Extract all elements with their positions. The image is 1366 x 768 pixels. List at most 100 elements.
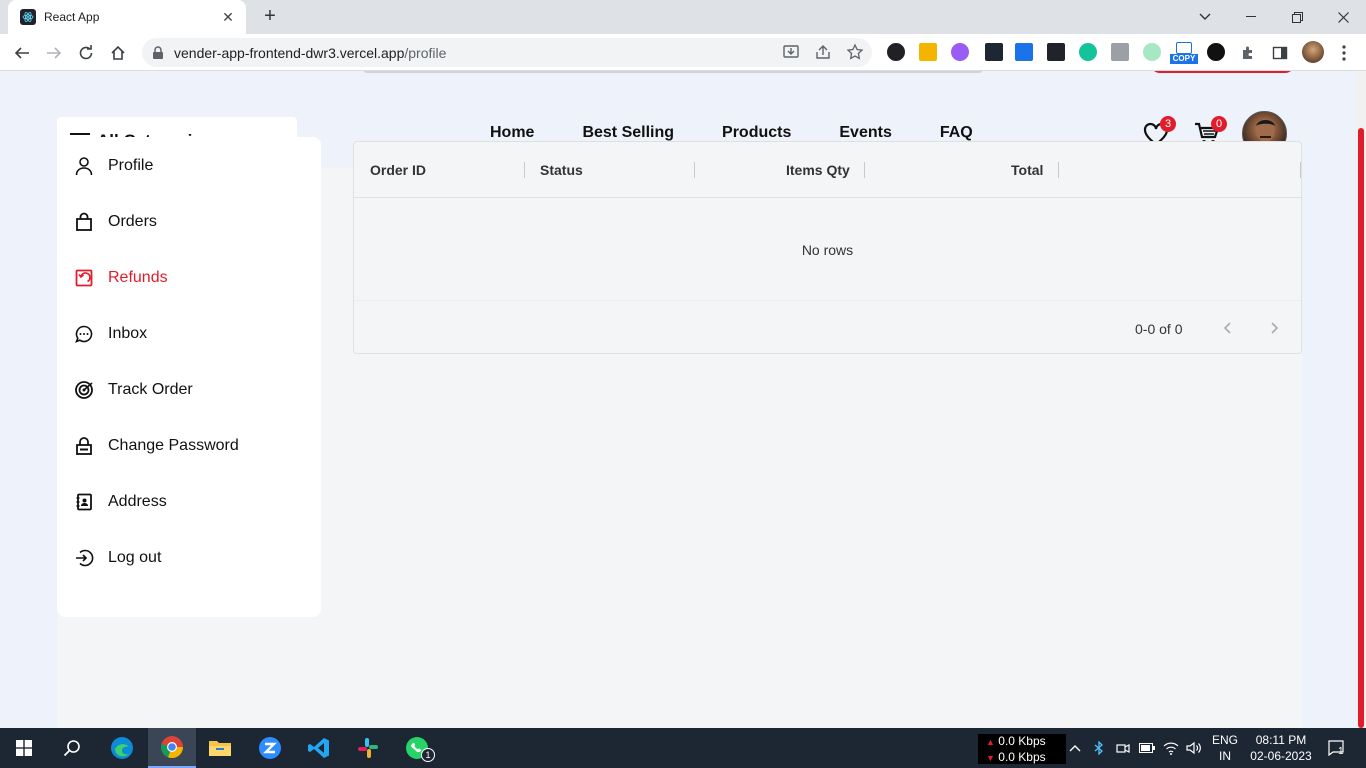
sidebar-item-label: Log out: [108, 549, 162, 566]
sidebar-item-label: Orders: [108, 213, 157, 230]
sidebar-item-log-out[interactable]: Log out: [74, 546, 161, 570]
download-extension-icon[interactable]: [1015, 43, 1033, 61]
extensions-puzzle-icon[interactable]: [1236, 41, 1260, 65]
windows-start-icon[interactable]: [0, 728, 48, 768]
extension-icon[interactable]: [1111, 43, 1129, 61]
whatsapp-badge: 1: [421, 748, 435, 762]
side-panel-icon[interactable]: [1268, 41, 1292, 65]
pagination-range: 0-0 of 0: [1135, 321, 1183, 337]
sidebar-item-change-password[interactable]: Change Password: [74, 434, 239, 458]
nav-best-selling[interactable]: Best Selling: [558, 123, 698, 143]
chat-icon: [74, 324, 94, 344]
search-icon[interactable]: [48, 728, 96, 768]
grammarly-icon[interactable]: [1079, 43, 1097, 61]
logout-icon: [74, 548, 94, 568]
bluetooth-tray-icon[interactable]: [1091, 740, 1107, 756]
wifi-icon[interactable]: [1163, 740, 1179, 756]
bag-icon: [74, 212, 94, 232]
sidebar-item-inbox[interactable]: Inbox: [74, 322, 147, 346]
column-header-order-id[interactable]: Order ID: [370, 142, 426, 198]
extension-icon[interactable]: [951, 43, 969, 61]
share-icon[interactable]: [814, 43, 832, 66]
seller-button-edge: [1150, 71, 1295, 73]
sidebar-item-refunds[interactable]: Refunds: [74, 266, 168, 290]
network-monitor: ▲ 0.0 Kbps ▼ 0.0 Kbps: [978, 734, 1066, 764]
download-arrow-icon: ▼: [986, 753, 995, 763]
camera-tray-icon[interactable]: [1115, 740, 1131, 756]
volume-icon[interactable]: [1186, 740, 1202, 756]
tab-search-chevron-icon[interactable]: [1182, 0, 1228, 34]
sidebar-item-orders[interactable]: Orders: [74, 210, 157, 234]
column-header-total[interactable]: Total: [1011, 142, 1043, 198]
sidebar-item-track-order[interactable]: Track Order: [74, 378, 193, 402]
address-bar[interactable]: vender-app-frontend-dwr3.vercel.app/prof…: [142, 38, 872, 67]
previous-page-icon[interactable]: [1218, 319, 1236, 337]
edge-icon[interactable]: [98, 728, 146, 768]
refunds-table: Order ID Status Items Qty Total No rows …: [353, 141, 1302, 354]
install-icon[interactable]: [782, 43, 800, 66]
browser-tab[interactable]: React App ✕: [8, 0, 246, 34]
net-download-speed: 0.0 Kbps: [998, 750, 1046, 764]
column-separator[interactable]: [1058, 162, 1059, 178]
sidebar-item-profile[interactable]: Profile: [74, 154, 153, 178]
reload-icon[interactable]: [74, 41, 98, 65]
new-tab-button[interactable]: +: [260, 6, 280, 26]
browser-menu-icon[interactable]: [1332, 41, 1356, 65]
input-language[interactable]: ENG IN: [1209, 732, 1241, 764]
main-navigation: Home Best Selling Products Events FAQ: [466, 123, 997, 143]
forward-arrow-icon[interactable]: [42, 41, 66, 65]
nav-faq[interactable]: FAQ: [916, 123, 997, 143]
extension-icon[interactable]: [919, 43, 937, 61]
bookmark-star-icon[interactable]: [846, 43, 864, 66]
upload-arrow-icon: ▲: [986, 737, 995, 747]
clock-date: 02-06-2023: [1250, 749, 1312, 763]
clock-time: 08:11 PM: [1255, 733, 1307, 747]
react-favicon-icon: [20, 9, 36, 25]
minimize-button[interactable]: [1228, 0, 1274, 34]
column-header-status[interactable]: Status: [540, 142, 583, 198]
url-text: vender-app-frontend-dwr3.vercel.app/prof…: [174, 44, 447, 61]
sidebar-item-label: Inbox: [108, 325, 148, 342]
column-separator[interactable]: [864, 162, 865, 178]
browser-toolbar: vender-app-frontend-dwr3.vercel.app/prof…: [0, 34, 1366, 71]
wishlist-count-badge: 3: [1160, 116, 1176, 132]
notifications-icon[interactable]: 1: [1326, 740, 1346, 757]
restore-button[interactable]: [1274, 0, 1320, 34]
react-devtools-icon[interactable]: [1047, 43, 1065, 61]
nav-events[interactable]: Events: [815, 123, 915, 143]
person-icon: [74, 156, 94, 176]
clock[interactable]: 08:11 PM 02-06-2023: [1244, 732, 1318, 764]
back-arrow-icon[interactable]: [10, 41, 34, 65]
zoom-icon[interactable]: [246, 728, 294, 768]
home-icon[interactable]: [106, 41, 130, 65]
address-book-icon: [74, 492, 94, 512]
file-explorer-icon[interactable]: [196, 728, 244, 768]
close-window-button[interactable]: [1320, 0, 1366, 34]
extension-icon[interactable]: [887, 43, 905, 61]
copy-extension-icon[interactable]: COPY: [1170, 42, 1198, 64]
sidebar-item-address[interactable]: Address: [74, 490, 167, 514]
nav-home[interactable]: Home: [466, 123, 558, 143]
browser-tab-strip: React App ✕ +: [0, 0, 1366, 34]
column-separator[interactable]: [524, 162, 525, 178]
profile-avatar[interactable]: [1302, 41, 1324, 63]
nav-products[interactable]: Products: [698, 123, 815, 143]
extension-icon[interactable]: [1143, 43, 1161, 61]
tab-close-icon[interactable]: ✕: [220, 9, 236, 26]
extension-icon[interactable]: [985, 43, 1003, 61]
page-scrollbar[interactable]: [1356, 71, 1366, 728]
column-separator[interactable]: [694, 162, 695, 178]
battery-icon[interactable]: [1139, 740, 1155, 756]
search-bar-edge: [363, 71, 983, 73]
whatsapp-icon[interactable]: 1: [393, 728, 441, 768]
column-separator[interactable]: [1300, 162, 1301, 178]
next-page-icon[interactable]: [1266, 319, 1284, 337]
slack-icon[interactable]: [344, 728, 392, 768]
heart-extension-icon[interactable]: [1207, 43, 1225, 61]
vscode-icon[interactable]: [295, 728, 343, 768]
chrome-icon[interactable]: [148, 728, 196, 768]
tray-expand-icon[interactable]: [1067, 740, 1083, 756]
scrollbar-thumb[interactable]: [1358, 128, 1364, 728]
refund-icon: [74, 268, 94, 288]
column-header-items-qty[interactable]: Items Qty: [786, 142, 850, 198]
